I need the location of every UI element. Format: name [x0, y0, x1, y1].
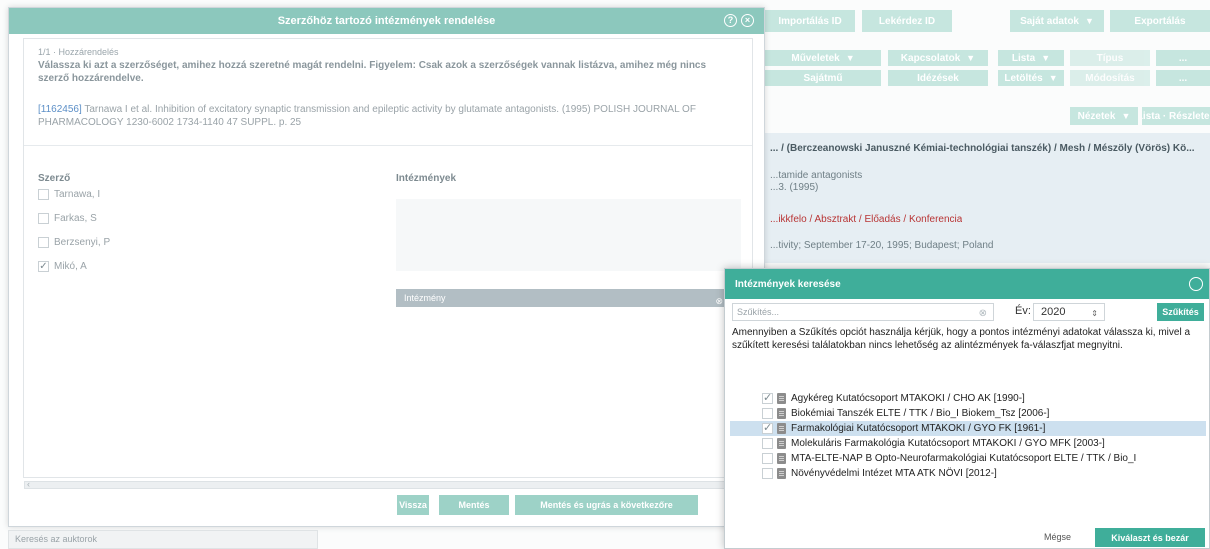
citations-button[interactable]: Idézések — [888, 70, 988, 86]
author-row[interactable]: Farkas, S — [38, 213, 97, 224]
close-icon[interactable] — [1189, 277, 1203, 291]
operations-menu[interactable]: Műveletek ▼ — [765, 50, 881, 66]
record-authors: ... / (Berczeanowski Januszné Kémiai-tec… — [770, 143, 1195, 154]
filter-note: Amennyiben a Szűkítés opciót használja k… — [732, 327, 1191, 351]
query-button[interactable]: Lekérdez ID — [862, 10, 952, 32]
save-button[interactable]: Mentés — [439, 495, 509, 515]
cancel-button[interactable]: Mégse — [1044, 532, 1071, 542]
checkbox[interactable] — [38, 237, 49, 248]
filter-input[interactable]: Szűkítés... ⊗ — [732, 303, 994, 321]
chevron-down-icon: ▼ — [1085, 16, 1094, 26]
breadcrumb: 1/1 · Hozzárendelés — [38, 47, 119, 57]
checkbox[interactable] — [762, 453, 773, 464]
author-column-header: Szerző — [38, 173, 71, 184]
dialog-body: 1/1 · Hozzárendelés Válassza ki azt a sz… — [23, 38, 753, 489]
spinner-icon[interactable]: ⇕ — [1091, 306, 1098, 322]
scroll-left-icon[interactable]: ‹ — [27, 479, 30, 489]
help-icon[interactable]: ? — [724, 14, 737, 27]
record-title: ...tamide antagonists — [770, 170, 863, 181]
document-icon — [777, 453, 786, 464]
close-icon[interactable]: × — [741, 14, 754, 27]
checkbox[interactable] — [762, 468, 773, 479]
filter-row: Szűkítés... ⊗ Év: 2020 ⇕ Szűkítés — [732, 303, 1204, 321]
author-row[interactable]: Tarnawa, I — [38, 189, 100, 200]
clear-icon[interactable]: ⊗ — [715, 292, 723, 310]
instruction-text: Válassza ki azt a szerzőséget, amihez ho… — [38, 60, 707, 84]
institution-search-dialog: Intézmények keresése Szűkítés... ⊗ Év: 20… — [724, 268, 1210, 549]
own-works-button[interactable]: Sajátmű — [765, 70, 881, 86]
document-icon — [777, 393, 786, 404]
chevron-down-icon: ▼ — [1121, 111, 1131, 121]
divider — [24, 145, 752, 146]
author-row[interactable]: Berzsenyi, P — [38, 237, 110, 248]
clear-icon[interactable]: ⊗ — [979, 306, 987, 322]
chevron-down-icon: ▼ — [845, 53, 855, 63]
save-and-next-button[interactable]: Mentés és ugrás a következőre — [515, 495, 698, 515]
institutions-column-header: Intézmények — [396, 173, 457, 184]
dialog-title: Szerzőhöz tartozó intézmények rendelése — [277, 15, 496, 27]
back-button[interactable]: Vissza — [397, 495, 429, 515]
tree-item[interactable]: Biokémiai Tanszék ELTE / TTK / Bio_I Bio… — [730, 406, 1206, 421]
institutions-panel — [396, 199, 741, 271]
dialog-title: Intézmények keresése — [735, 278, 841, 290]
dialog-footer: Mégse Kiválaszt és bezár — [725, 527, 1210, 549]
checkbox[interactable] — [38, 189, 49, 200]
author-row[interactable]: ✓ Mikó, A — [38, 261, 87, 272]
selected-institution-field[interactable]: Intézmény ⊗ — [396, 289, 741, 307]
document-icon — [777, 438, 786, 449]
record-meta: ...3. (1995) — [770, 182, 819, 193]
year-stepper[interactable]: 2020 ⇕ — [1033, 303, 1105, 321]
dialog-header: Intézmények keresése — [725, 269, 1209, 299]
checkbox-checked[interactable]: ✓ — [38, 261, 49, 272]
type-button[interactable]: Típus — [1070, 50, 1150, 66]
list-menu[interactable]: Lista ▼ — [998, 50, 1064, 66]
citation-text: Tarnawa I et al. Inhibition of excitator… — [38, 104, 696, 128]
list-detail-toggle[interactable]: Lista · Részletes — [1142, 107, 1210, 125]
record-conference: ...tivity; September 17-20, 1995; Budape… — [770, 240, 994, 251]
tree-item[interactable]: MTA-ELTE-NAP B Opto-Neurofarmakológiai K… — [730, 451, 1206, 466]
import-button[interactable]: Importálás ID — [765, 10, 855, 32]
horizontal-scrollbar[interactable]: ‹ — [24, 479, 752, 489]
my-data-button[interactable]: Saját adatok ▼ — [1010, 10, 1104, 32]
more-button[interactable]: ... — [1156, 50, 1210, 66]
checkbox[interactable] — [762, 438, 773, 449]
chevron-down-icon: ▼ — [966, 53, 976, 63]
document-icon — [777, 423, 786, 434]
tree-item[interactable]: Molekuláris Farmakológia Kutatócsoport M… — [730, 436, 1206, 451]
relations-menu[interactable]: Kapcsolatok ▼ — [888, 50, 988, 66]
download-menu[interactable]: Letöltés ▼ — [998, 70, 1064, 86]
record-links[interactable]: ...ikkfelo / Absztrakt / Előadás / Konfe… — [770, 214, 962, 225]
select-and-close-button[interactable]: Kiválaszt és bezár — [1095, 528, 1205, 547]
year-label: Év: — [1015, 305, 1031, 317]
tree-item-selected[interactable]: ✓ Farmakológiai Kutatócsoport MTAKOKI / G… — [730, 421, 1206, 436]
export-button[interactable]: Exportálás — [1110, 10, 1210, 32]
institution-tree: ✓ Agykéreg Kutatócsoport MTAKOKI / CHO AK… — [730, 391, 1206, 481]
views-menu[interactable]: Nézetek ▼ — [1070, 107, 1138, 125]
filter-button[interactable]: Szűkítés — [1157, 303, 1204, 321]
chevron-down-icon: ▼ — [1048, 73, 1058, 83]
dialog-header: Szerzőhöz tartozó intézmények rendelése … — [9, 8, 764, 34]
checkbox-checked[interactable]: ✓ — [762, 393, 773, 404]
tree-item[interactable]: Növényvédelmi Intézet MTA ATK NÖVI [2012… — [730, 466, 1206, 481]
tree-item[interactable]: ✓ Agykéreg Kutatócsoport MTAKOKI / CHO AK… — [730, 391, 1206, 406]
citation: [1162456] Tarnawa I et al. Inhibition of… — [38, 103, 758, 129]
document-icon — [777, 408, 786, 419]
status-search-field[interactable]: Keresés az auktorok — [8, 530, 318, 549]
checkbox[interactable] — [38, 213, 49, 224]
more-button-2[interactable]: ... — [1156, 70, 1210, 86]
modify-button[interactable]: Módosítás — [1070, 70, 1150, 86]
author-institution-dialog: Szerzőhöz tartozó intézmények rendelése … — [8, 7, 765, 527]
document-icon — [777, 468, 786, 479]
chevron-down-icon: ▼ — [1041, 53, 1051, 63]
checkbox-checked[interactable]: ✓ — [762, 423, 773, 434]
citation-id-link[interactable]: [1162456] — [38, 104, 82, 115]
checkbox[interactable] — [762, 408, 773, 419]
